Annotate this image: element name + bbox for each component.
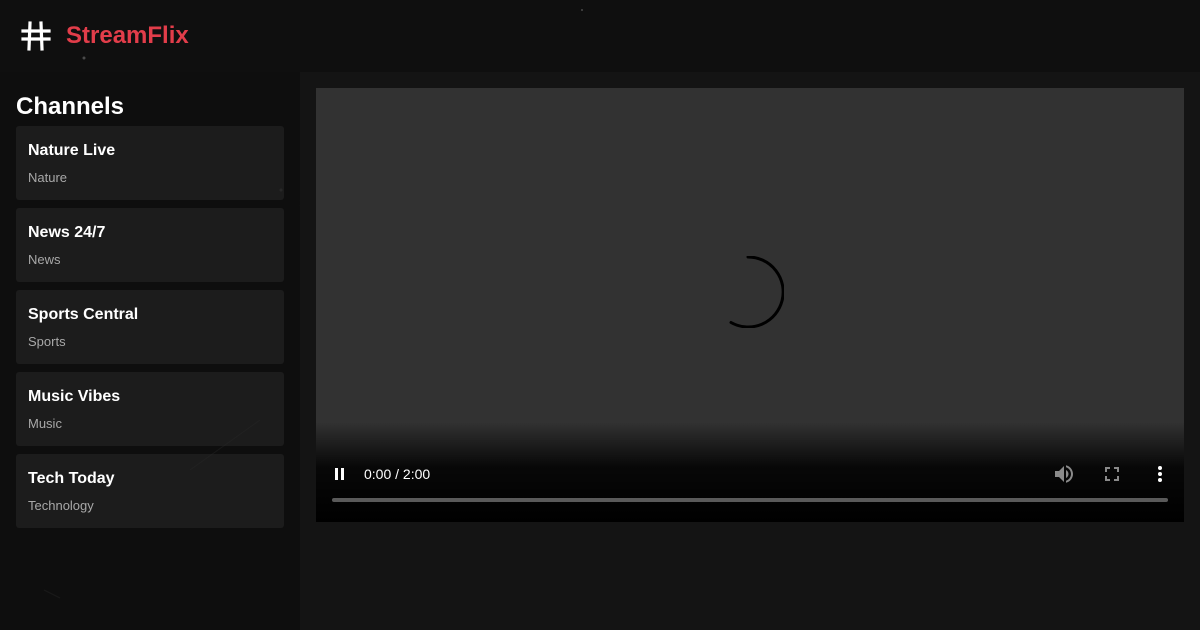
video-player[interactable]: 0:00 / 2:00 (316, 88, 1184, 522)
fullscreen-button[interactable] (1100, 462, 1124, 486)
channel-item-nature-live[interactable]: Nature Live Nature (16, 126, 284, 200)
channel-item-sports-central[interactable]: Sports Central Sports (16, 290, 284, 364)
more-vertical-icon (1158, 466, 1162, 482)
more-options-button[interactable] (1148, 462, 1172, 486)
channel-category: Technology (28, 498, 94, 513)
channel-name: News 24/7 (28, 224, 106, 241)
channel-category: Music (28, 416, 62, 431)
channel-category: News (28, 252, 61, 267)
channels-sidebar: Channels Nature Live Nature News 24/7 Ne… (0, 72, 300, 630)
pause-button[interactable] (328, 462, 352, 486)
channel-category: Nature (28, 170, 68, 185)
channel-item-news-24-7[interactable]: News 24/7 News (16, 208, 284, 282)
volume-icon (1055, 465, 1073, 483)
page: StreamFlix Channels Nature Live Nature N… (0, 0, 1200, 630)
channel-item-music-vibes[interactable]: Music Vibes Music (16, 372, 284, 446)
channel-list: Nature Live Nature News 24/7 News Sports… (16, 126, 284, 536)
main-content: 0:00 / 2:00 (300, 72, 1200, 630)
volume-button[interactable] (1052, 462, 1076, 486)
loading-spinner-icon (729, 256, 784, 328)
progress-bar[interactable] (332, 498, 1168, 502)
channel-name: Tech Today (28, 470, 115, 487)
channel-name: Sports Central (28, 306, 139, 323)
app-header: StreamFlix (0, 0, 1200, 72)
hash-icon[interactable] (20, 20, 52, 52)
pause-icon (335, 468, 344, 480)
sidebar-title: Channels (16, 93, 125, 120)
channel-name: Nature Live (28, 142, 116, 159)
brand-name[interactable]: StreamFlix (66, 20, 189, 52)
channel-name: Music Vibes (28, 388, 121, 405)
fullscreen-icon (1105, 467, 1119, 481)
channel-item-tech-today[interactable]: Tech Today Technology (16, 454, 284, 528)
channel-category: Sports (28, 334, 66, 349)
time-display: 0:00 / 2:00 (364, 466, 431, 482)
